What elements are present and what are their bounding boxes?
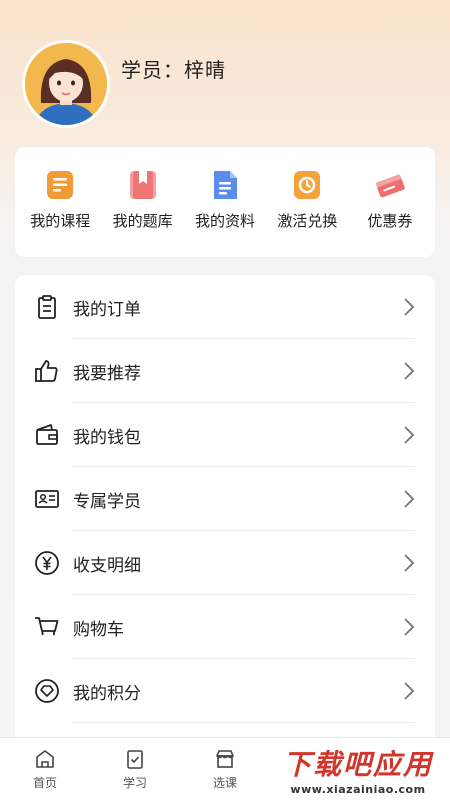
chevron-right-icon <box>404 362 415 380</box>
quick-link-question-bank[interactable]: 我的题库 <box>101 147 183 257</box>
chevron-right-icon <box>404 426 415 444</box>
menu-card: 我的订单 我要推荐 我的钱包 专属学员 收支明细 购物车 我的积分 <box>15 275 435 745</box>
quick-link-label: 激活兑换 <box>277 212 338 230</box>
tab-label: 学习 <box>122 776 147 790</box>
menu-item-points[interactable]: 我的积分 <box>15 659 435 723</box>
watermark-title: 下载吧应用 <box>282 747 433 781</box>
menu-item-label: 收支明细 <box>73 555 141 576</box>
study-icon <box>127 750 143 769</box>
menu-item-label: 我的钱包 <box>73 427 141 448</box>
quick-link-coupons[interactable]: 优惠券 <box>349 147 431 257</box>
quick-link-label: 我的题库 <box>112 212 173 230</box>
wallet-icon <box>36 424 58 445</box>
tab-study[interactable]: 学习 <box>90 738 180 800</box>
profile-header: 学员：梓晴 <box>0 0 450 140</box>
chevron-right-icon <box>404 618 415 636</box>
watermark-subtitle: www.xiazainiao.com <box>290 782 426 796</box>
question-bank-icon <box>129 171 156 199</box>
id-card-icon <box>35 490 59 508</box>
coupon-icon <box>375 174 405 198</box>
chevron-right-icon <box>404 554 415 572</box>
chevron-right-icon <box>404 682 415 700</box>
menu-item-label: 我的订单 <box>73 299 141 320</box>
tab-home[interactable]: 首页 <box>0 738 90 800</box>
course-icon <box>47 171 74 199</box>
yen-icon <box>35 551 59 575</box>
quick-link-label: 优惠券 <box>367 212 413 230</box>
cart-icon <box>35 617 59 635</box>
quick-link-my-materials[interactable]: 我的资料 <box>184 147 266 257</box>
clipboard-icon <box>38 295 56 319</box>
tab-label: 选课 <box>212 776 237 790</box>
menu-item-label: 我要推荐 <box>73 363 141 384</box>
student-name: 学员：梓晴 <box>121 58 226 82</box>
tab-label: 首页 <box>32 776 57 790</box>
site-watermark: 下载吧应用 www.xiazainiao.com <box>268 740 448 798</box>
tab-select-course[interactable]: 选课 <box>180 738 270 800</box>
menu-item-recommend[interactable]: 我要推荐 <box>15 339 435 403</box>
avatar[interactable] <box>22 40 110 128</box>
home-icon <box>36 750 54 768</box>
quick-links-card: 我的课程 我的题库 我的资料 激活兑换 优惠券 <box>15 147 435 257</box>
menu-item-exclusive-student[interactable]: 专属学员 <box>15 467 435 531</box>
chevron-right-icon <box>404 298 415 316</box>
shop-icon <box>216 750 234 768</box>
menu-item-label: 专属学员 <box>73 491 141 512</box>
quick-link-activate-redeem[interactable]: 激活兑换 <box>266 147 348 257</box>
menu-item-cart[interactable]: 购物车 <box>15 595 435 659</box>
quick-link-label: 我的课程 <box>30 212 91 230</box>
thumbs-up-icon <box>35 360 58 382</box>
quick-link-label: 我的资料 <box>195 212 256 230</box>
quick-link-my-courses[interactable]: 我的课程 <box>19 147 101 257</box>
chevron-right-icon <box>404 490 415 508</box>
menu-item-orders[interactable]: 我的订单 <box>15 275 435 339</box>
menu-item-transactions[interactable]: 收支明细 <box>15 531 435 595</box>
avatar-illustration <box>25 43 107 125</box>
points-icon <box>35 679 59 703</box>
menu-item-label: 购物车 <box>73 619 124 640</box>
document-icon <box>214 171 238 199</box>
activate-icon <box>294 171 321 199</box>
menu-item-wallet[interactable]: 我的钱包 <box>15 403 435 467</box>
menu-item-label: 我的积分 <box>73 683 141 704</box>
